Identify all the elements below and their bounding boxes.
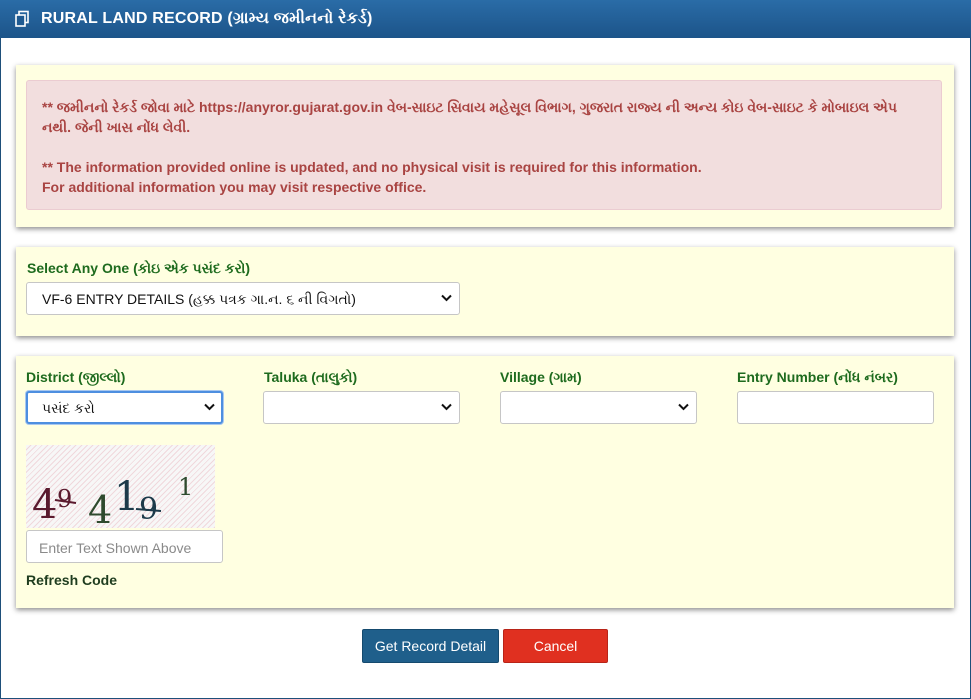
search-form-panel: District (જીલ્લો) પસંદ કરો Taluka (તાલુક… bbox=[16, 356, 954, 608]
taluka-select[interactable] bbox=[263, 391, 460, 424]
chevron-down-icon bbox=[204, 403, 215, 411]
notice-line-2: નથી. જેની ખાસ નોંધ લેવી. bbox=[42, 119, 191, 135]
notice-line-1: ** જમીનનો રેકર્ડ જોવા માટે https://anyro… bbox=[42, 99, 897, 115]
village-select[interactable] bbox=[500, 391, 697, 424]
chevron-down-icon bbox=[441, 403, 452, 411]
record-type-label: Select Any One (કોઇ એક પસંદ કરો) bbox=[27, 260, 250, 276]
district-label: District (જીલ્લો) bbox=[26, 369, 126, 385]
svg-text:4: 4 bbox=[88, 488, 112, 528]
get-record-detail-button[interactable]: Get Record Detail bbox=[362, 629, 499, 663]
page-title: RURAL LAND RECORD (ગ્રામ્ય જમીનનો રેકર્ડ… bbox=[41, 10, 373, 27]
info-alert: ** જમીનનો રેકર્ડ જોવા માટે https://anyro… bbox=[26, 80, 942, 210]
notice-line-3: ** The information provided online is up… bbox=[42, 159, 702, 175]
chevron-down-icon bbox=[678, 403, 689, 411]
refresh-code-link[interactable]: Refresh Code bbox=[26, 572, 117, 588]
entry-number-input[interactable] bbox=[737, 391, 934, 424]
svg-text:4: 4 bbox=[32, 482, 57, 528]
taluka-label: Taluka (તાલુકો) bbox=[264, 369, 358, 385]
copy-icon bbox=[15, 10, 29, 27]
notice-panel: ** જમીનનો રેકર્ડ જોવા માટે https://anyro… bbox=[16, 65, 954, 227]
svg-text:1: 1 bbox=[114, 474, 139, 520]
chevron-down-icon bbox=[441, 294, 452, 302]
village-label: Village (ગામ) bbox=[500, 369, 582, 385]
svg-text:1: 1 bbox=[178, 473, 193, 501]
record-type-selected: VF-6 ENTRY DETAILS (હક્ક પત્રક ગા.ન. ૬ ન… bbox=[42, 291, 356, 307]
notice-line-4: For additional information you may visit… bbox=[42, 179, 427, 195]
district-selected: પસંદ કરો bbox=[42, 400, 95, 416]
captcha-placeholder: Enter Text Shown Above bbox=[39, 540, 192, 556]
captcha-text-graphic: 4 9 4 1 9 1 bbox=[32, 473, 193, 532]
svg-text:9: 9 bbox=[57, 485, 72, 513]
cancel-button[interactable]: Cancel bbox=[503, 629, 608, 663]
record-type-panel: Select Any One (કોઇ એક પસંદ કરો) VF-6 EN… bbox=[16, 247, 954, 336]
captcha-input[interactable]: Enter Text Shown Above bbox=[26, 530, 223, 563]
page-header: RURAL LAND RECORD (ગ્રામ્ય જમીનનો રેકર્ડ… bbox=[0, 0, 971, 38]
captcha-image: 4 9 4 1 9 1 bbox=[26, 445, 215, 532]
record-type-select[interactable]: VF-6 ENTRY DETAILS (હક્ક પત્રક ગા.ન. ૬ ન… bbox=[26, 282, 460, 315]
entry-number-label: Entry Number (નોંધ નંબર) bbox=[737, 369, 898, 385]
district-select[interactable]: પસંદ કરો bbox=[26, 391, 223, 424]
